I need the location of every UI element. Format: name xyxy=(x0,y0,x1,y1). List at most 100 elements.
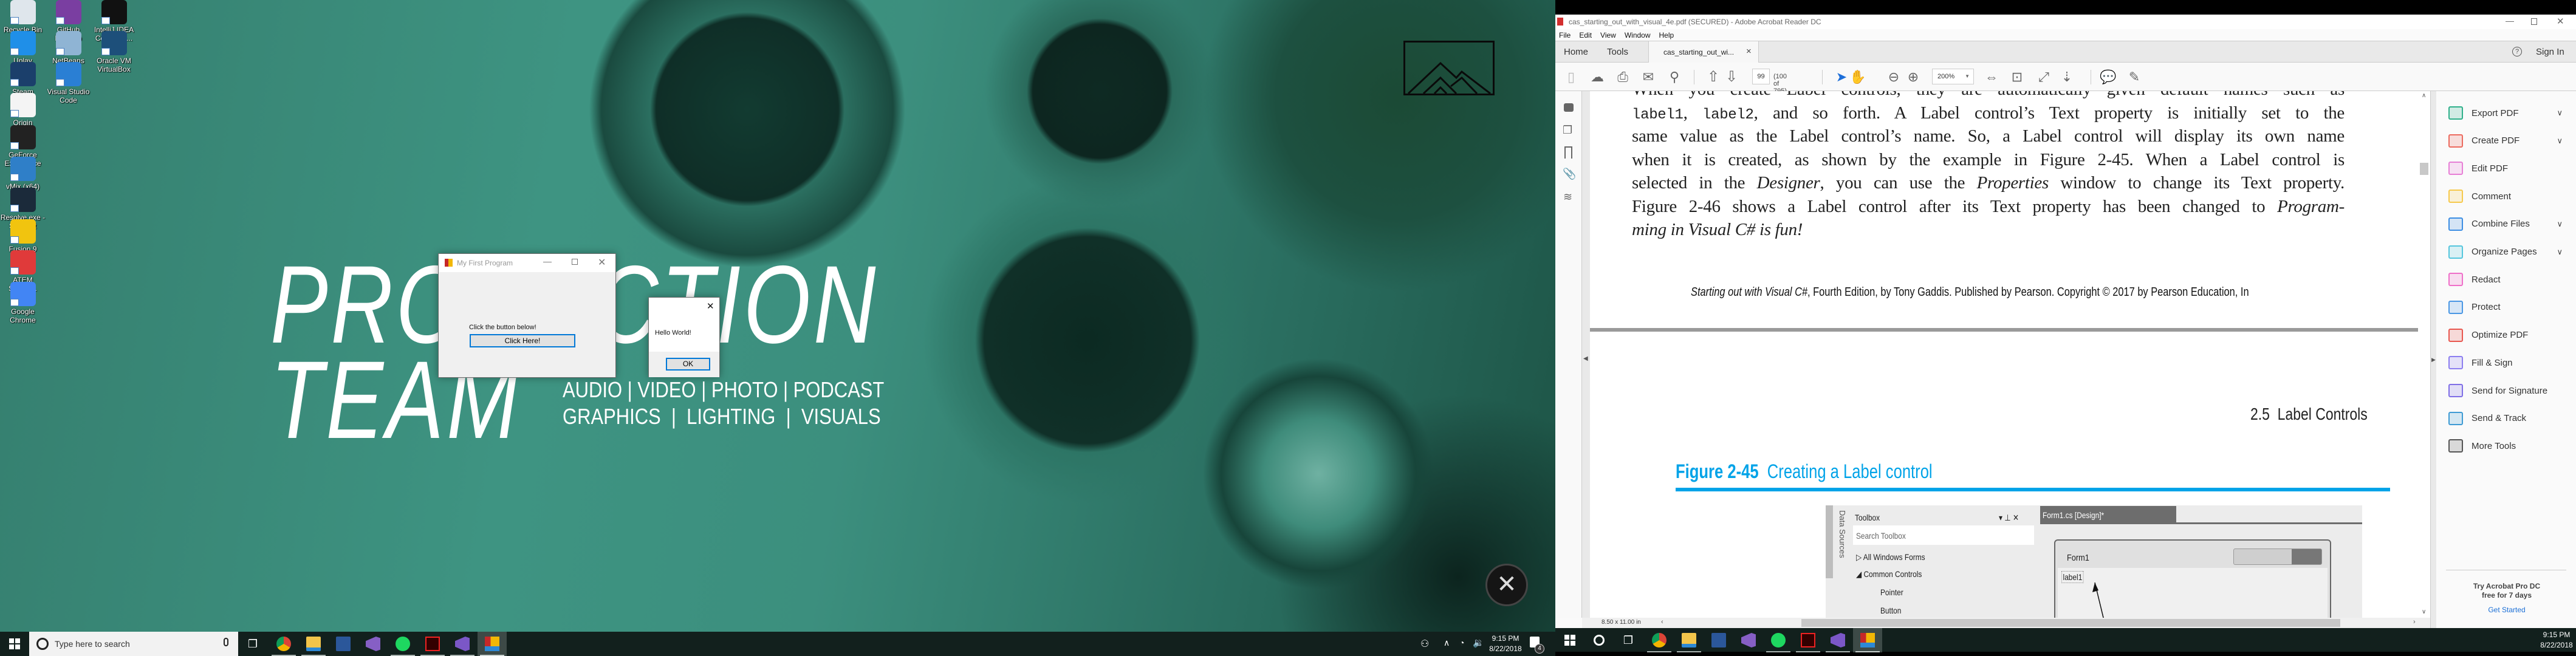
tool-send-for-signature[interactable]: Send for Signature xyxy=(2448,381,2570,400)
task-view-button[interactable]: ❐ xyxy=(238,632,267,656)
vertical-scrollbar[interactable]: ∧ ∨ xyxy=(2418,91,2430,618)
taskbar-app-word[interactable] xyxy=(329,632,358,656)
desktop-icon-fusion[interactable]: Fusion 9 xyxy=(0,219,46,253)
people-icon[interactable]: ⚇ xyxy=(1420,638,1429,650)
microphone-icon[interactable] xyxy=(224,638,228,646)
tool-export-pdf[interactable]: Export PDF ∨ xyxy=(2448,104,2570,122)
sign-in-link[interactable]: Sign In xyxy=(2536,47,2564,57)
attachment-icon[interactable]: 📎 xyxy=(1563,168,1576,180)
save-icon[interactable]: ▯ xyxy=(1564,63,1578,91)
desktop-icon-recycle-bin[interactable]: Recycle Bin xyxy=(0,0,46,34)
desktop-icon-steam[interactable]: Steam xyxy=(0,62,46,96)
tool-create-pdf[interactable]: Create PDF ∨ xyxy=(2448,132,2570,150)
chevron-down-icon[interactable]: ∨ xyxy=(2557,219,2563,229)
menu-help[interactable]: Help xyxy=(1659,31,1674,39)
scrollbar-thumb[interactable] xyxy=(2420,163,2428,175)
minimize-button[interactable]: — xyxy=(543,256,552,266)
tool-optimize-pdf[interactable]: Optimize PDF xyxy=(2448,326,2570,344)
scroll-down-icon[interactable]: ∨ xyxy=(2422,609,2426,615)
clock[interactable]: 9:15 PM 8/22/2018 xyxy=(2538,630,2575,651)
taskbar-app-winforms-app[interactable] xyxy=(478,632,507,656)
desktop-icon-blank-file[interactable]: Origin xyxy=(0,93,46,127)
select-cursor-icon[interactable]: ➤ xyxy=(1835,63,1848,91)
cloud-upload-icon[interactable]: ☁ xyxy=(1590,63,1605,91)
tool-comment[interactable]: Comment xyxy=(2448,187,2570,205)
tool-send-track[interactable]: Send & Track xyxy=(2448,409,2570,428)
taskbar-app-file-explorer[interactable] xyxy=(1674,628,1704,652)
desktop-icon-vscode[interactable]: Visual Studio Code xyxy=(46,62,91,104)
desktop-icon-vmix[interactable]: vMix (x64) xyxy=(0,156,46,191)
taskbar-app-visual-studio-2[interactable] xyxy=(448,632,477,656)
taskbar-app-spotify[interactable] xyxy=(388,632,417,656)
taskbar-app-chrome[interactable] xyxy=(269,632,298,656)
scroll-left-icon[interactable]: ‹ xyxy=(1661,618,1663,626)
title-bar[interactable]: My First Program — ✕ xyxy=(439,254,615,272)
start-button[interactable] xyxy=(1555,628,1584,652)
start-button[interactable] xyxy=(0,632,29,656)
tool-edit-pdf[interactable]: Edit PDF xyxy=(2448,159,2570,177)
message-box[interactable]: ✕ Hello World! OK xyxy=(648,297,720,377)
desktop-icon-uplay[interactable]: Uplay xyxy=(0,31,46,65)
horizontal-scrollbar-thumb[interactable] xyxy=(1801,619,2340,627)
document-viewport[interactable]: When you create Label controls, they are… xyxy=(1590,91,2418,618)
comment-icon[interactable]: 💬 xyxy=(2100,63,2116,91)
menu-file[interactable]: File xyxy=(1559,31,1571,39)
help-icon[interactable]: ? xyxy=(2512,47,2522,56)
close-button[interactable]: ✕ xyxy=(598,256,606,268)
pages-icon[interactable]: ❐ xyxy=(1563,124,1572,137)
menu-view[interactable]: View xyxy=(1600,31,1616,39)
close-button[interactable]: ✕ xyxy=(2557,16,2564,27)
tab-tools[interactable]: Tools xyxy=(1607,47,1628,57)
scroll-right-icon[interactable]: › xyxy=(2413,618,2416,626)
next-page-icon[interactable]: ⇩ xyxy=(1724,63,1739,91)
email-icon[interactable]: ✉ xyxy=(1641,63,1656,91)
lock-icon[interactable] xyxy=(1564,103,1574,112)
fit-width-icon[interactable]: ⇔ xyxy=(1984,63,1999,91)
tool-redact[interactable]: Redact xyxy=(2448,270,2570,289)
ok-button[interactable]: OK xyxy=(666,358,710,371)
bookmark-icon[interactable] xyxy=(1564,146,1572,159)
taskbar-app-acrobat[interactable] xyxy=(418,632,447,656)
chevron-down-icon[interactable]: ∨ xyxy=(2557,136,2563,146)
taskbar-app-winforms-app[interactable] xyxy=(1853,628,1882,652)
previous-page-icon[interactable]: ⇧ xyxy=(1706,63,1721,91)
taskbar-app-acrobat[interactable] xyxy=(1793,628,1823,652)
taskbar-app-word[interactable] xyxy=(1704,628,1733,652)
close-tab-icon[interactable]: × xyxy=(1746,46,1752,56)
tab-document[interactable]: cas_starting_out_wi... × xyxy=(1648,41,1759,63)
task-view-button[interactable]: ❐ xyxy=(1614,628,1643,652)
desktop-icon-chrome[interactable]: Google Chrome xyxy=(0,281,46,324)
zoom-in-icon[interactable]: ⊕ xyxy=(1906,63,1920,91)
close-button[interactable]: ✕ xyxy=(707,301,714,312)
cortana-button[interactable] xyxy=(1584,628,1614,652)
highlight-pen-icon[interactable]: ✎ xyxy=(2127,63,2142,91)
taskbar-app-spotify[interactable] xyxy=(1764,628,1793,652)
print-icon[interactable]: ⎙ xyxy=(1615,63,1630,91)
tool-organize-pages[interactable]: Organize Pages ∨ xyxy=(2448,243,2570,261)
wifi-icon[interactable]: ◔ xyxy=(1459,638,1464,647)
taskbar-app-visual-studio-2[interactable] xyxy=(1823,628,1852,652)
taskbar-app-file-explorer[interactable] xyxy=(299,632,328,656)
chevron-up-icon[interactable]: ∧ xyxy=(1444,638,1450,648)
taskbar-app-visual-studio[interactable] xyxy=(358,632,388,656)
taskbar-app-chrome[interactable] xyxy=(1645,628,1674,652)
maximize-button[interactable] xyxy=(572,259,578,265)
search-icon[interactable]: ⚲ xyxy=(1667,63,1682,91)
zoom-out-icon[interactable]: ⊖ xyxy=(1886,63,1901,91)
title-bar[interactable]: cas_starting_out_with_visual_4e.pdf (SEC… xyxy=(1555,15,2576,29)
restore-button[interactable] xyxy=(2531,18,2537,25)
tool-more-tools[interactable]: More Tools xyxy=(2448,437,2570,455)
page-number-input[interactable]: 99 xyxy=(1752,69,1770,84)
search-box[interactable]: Type here to search xyxy=(29,632,238,656)
right-panel-splitter[interactable]: ▶ xyxy=(2430,91,2436,628)
clock[interactable]: 9:15 PM 8/22/2018 xyxy=(1486,634,1525,654)
menu-window[interactable]: Window xyxy=(1625,31,1651,39)
tool-fill-sign[interactable]: Fill & Sign xyxy=(2448,354,2570,372)
menu-edit[interactable]: Edit xyxy=(1579,31,1592,39)
tool-protect[interactable]: Protect xyxy=(2448,298,2570,316)
get-started-link[interactable]: Get Started xyxy=(2446,606,2567,614)
fit-page-icon[interactable]: ⊡ xyxy=(2010,63,2024,91)
scroll-up-icon[interactable]: ∧ xyxy=(2422,92,2426,99)
volume-icon[interactable]: 🔉 xyxy=(1473,637,1484,648)
tool-combine-files[interactable]: Combine Files ∨ xyxy=(2448,215,2570,233)
